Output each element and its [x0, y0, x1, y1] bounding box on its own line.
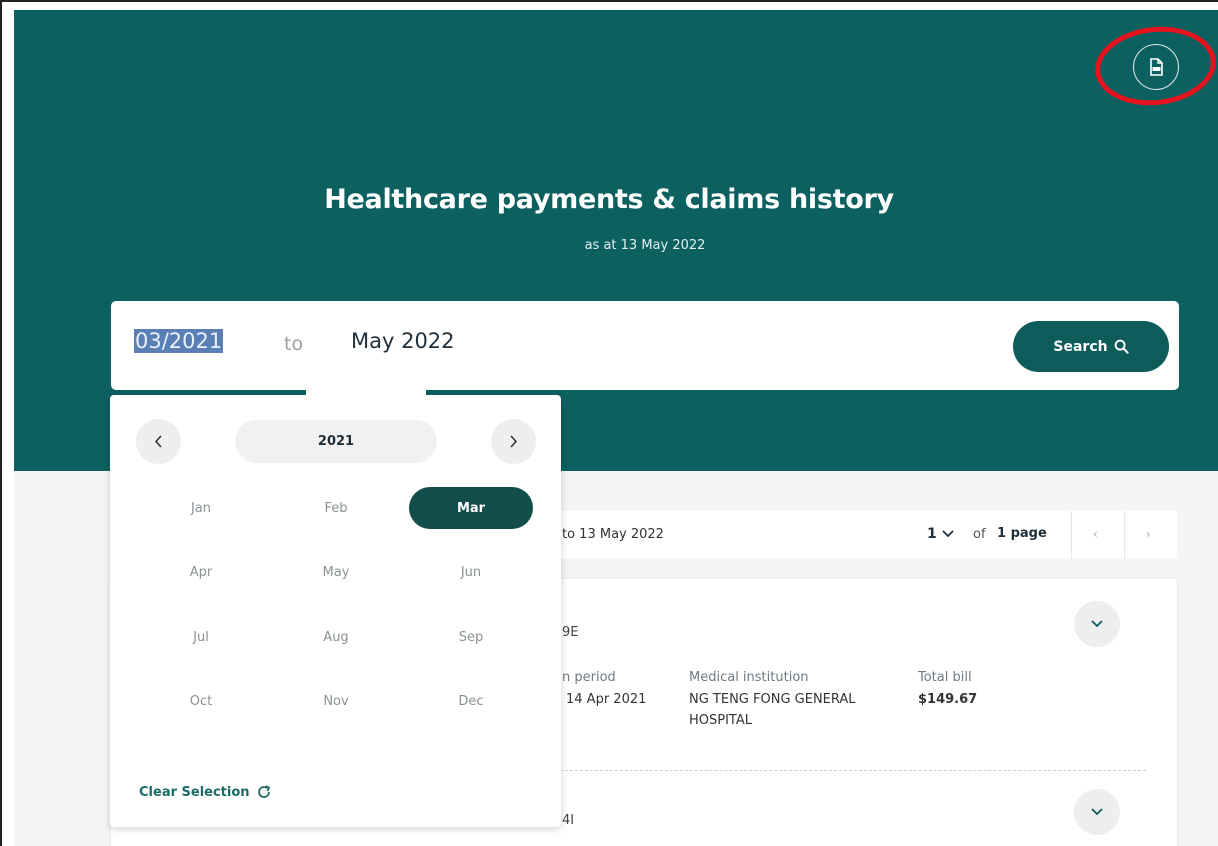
month-feb[interactable]: Feb [274, 487, 398, 529]
month-may[interactable]: May [274, 551, 398, 593]
month-apr[interactable]: Apr [139, 551, 263, 593]
month-nov[interactable]: Nov [274, 680, 398, 722]
chevron-left-icon [154, 435, 162, 448]
expand-record-button[interactable] [1074, 789, 1120, 835]
chevron-down-icon [1091, 808, 1103, 816]
chevron-down-icon [942, 530, 954, 538]
pdf-download-button[interactable] [1133, 44, 1179, 90]
pdf-download-icon [1150, 58, 1163, 76]
period-value: 14 Apr 2021 [566, 692, 647, 707]
month-aug[interactable]: Aug [274, 616, 398, 658]
period-label: n period [562, 670, 616, 685]
record-reference: 9E [562, 625, 579, 640]
next-page-button[interactable]: › [1146, 527, 1151, 541]
to-label: to [284, 333, 304, 355]
month-dec[interactable]: Dec [409, 680, 533, 722]
page-title: Healthcare payments & claims history [324, 184, 894, 215]
month-jul[interactable]: Jul [139, 616, 263, 658]
clear-selection-button[interactable]: Clear Selection [139, 784, 272, 800]
month-oct[interactable]: Oct [139, 680, 263, 722]
total-bill-value: $149.67 [918, 692, 978, 707]
as-at-date: as at 13 May 2022 [584, 238, 706, 253]
search-button[interactable]: Search [1013, 321, 1169, 372]
picker-connector [306, 385, 426, 399]
record-reference: 4I [562, 813, 575, 828]
year-selector[interactable]: 2021 [235, 420, 437, 463]
pager-divider [1124, 511, 1125, 559]
chevron-right-icon [510, 435, 518, 448]
institution-label: Medical institution [689, 670, 809, 685]
page-of-label: of [973, 527, 986, 542]
institution-value: NG TENG FONG GENERAL HOSPITAL [689, 692, 856, 728]
expand-record-button[interactable] [1074, 601, 1120, 647]
month-jan[interactable]: Jan [139, 487, 263, 529]
chevron-down-icon [1091, 620, 1103, 628]
current-page: 1 [927, 526, 937, 542]
search-icon [1114, 339, 1129, 354]
from-date-value: 03/2021 [134, 329, 224, 353]
total-bill-label: Total bill [918, 670, 972, 685]
next-year-button[interactable] [491, 419, 536, 464]
pager-divider [1071, 511, 1072, 559]
clear-selection-label: Clear Selection [139, 784, 250, 800]
previous-page-button[interactable]: ‹ [1093, 527, 1098, 541]
month-mar-selected[interactable]: Mar [409, 487, 533, 529]
to-date-field[interactable]: May 2022 [351, 329, 455, 353]
previous-year-button[interactable] [136, 419, 181, 464]
month-sep[interactable]: Sep [409, 616, 533, 658]
page-select[interactable]: 1 [927, 526, 955, 542]
refresh-icon [257, 785, 270, 798]
month-jun[interactable]: Jun [409, 551, 533, 593]
total-pages: 1 page [997, 526, 1047, 541]
from-date-field[interactable]: 03/2021 [134, 329, 224, 353]
search-button-label: Search [1053, 338, 1108, 355]
record-divider [560, 770, 1146, 771]
results-range-text: to 13 May 2022 [562, 527, 664, 542]
